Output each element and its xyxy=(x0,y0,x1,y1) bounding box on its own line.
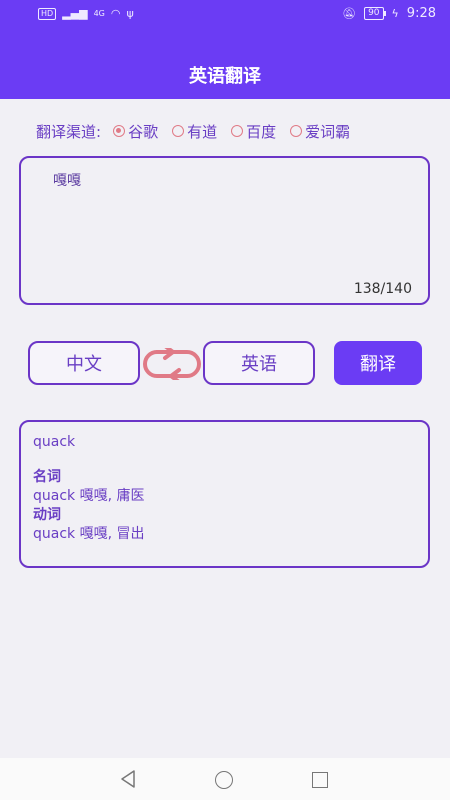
translation-result: quack 名词 quack 嘎嘎, 庸医 动词 quack 嘎嘎, 冒出 xyxy=(19,420,430,568)
target-language-button[interactable]: 英语 xyxy=(203,341,315,385)
channel-label: 翻译渠道: xyxy=(36,122,102,141)
swap-languages-icon[interactable] xyxy=(143,348,201,380)
source-language-button[interactable]: 中文 xyxy=(28,341,140,385)
home-icon[interactable] xyxy=(215,771,233,789)
battery-icon: 90 xyxy=(364,7,387,20)
wifi-icon: ◠ xyxy=(110,7,121,20)
definition: quack 嘎嘎, 冒出 xyxy=(33,526,145,542)
channel-option-label: 谷歌 xyxy=(128,122,159,141)
radio-icon[interactable] xyxy=(290,125,303,137)
translate-button[interactable]: 翻译 xyxy=(334,341,422,385)
channel-option-label: 百度 xyxy=(246,122,277,141)
page-title: 英语翻译 xyxy=(189,66,261,87)
status-right: 🔕︎ 90 ϟ 9:28 xyxy=(342,6,436,21)
source-text-value: 嘎嘎 xyxy=(53,173,81,189)
definition: quack 嘎嘎, 庸医 xyxy=(33,488,145,504)
channel-option-baidu[interactable]: 百度 xyxy=(231,121,276,142)
status-bar: HD ▂▄▆ 4G ◠ ψ 🔕︎ 90 ϟ 9:28 xyxy=(0,0,450,28)
part-of-speech: 名词 xyxy=(33,469,61,485)
char-counter: 138/140 xyxy=(353,281,412,297)
recent-apps-icon[interactable] xyxy=(312,772,328,788)
channel-option-label: 有道 xyxy=(187,122,218,141)
channel-option-google[interactable]: 谷歌 xyxy=(113,121,158,142)
channel-option-iciba[interactable]: 爱词霸 xyxy=(290,121,350,142)
charging-icon: ϟ xyxy=(391,7,399,20)
radio-checked-icon[interactable] xyxy=(113,125,126,137)
source-text-input[interactable]: 嘎嘎 138/140 xyxy=(19,156,430,305)
radio-icon[interactable] xyxy=(231,125,244,137)
app-header: HD ▂▄▆ 4G ◠ ψ 🔕︎ 90 ϟ 9:28 英语翻译 xyxy=(0,0,450,99)
network-badge: 4G xyxy=(93,9,105,18)
usb-icon: ψ xyxy=(126,7,134,20)
status-left: HD ▂▄▆ 4G ◠ ψ xyxy=(38,7,134,20)
back-icon[interactable] xyxy=(118,769,138,789)
mute-icon: 🔕︎ xyxy=(342,7,357,20)
system-nav-bar xyxy=(0,758,450,800)
result-word: quack xyxy=(33,434,76,450)
channel-option-youdao[interactable]: 有道 xyxy=(172,121,217,142)
status-time: 9:28 xyxy=(406,6,436,21)
channel-option-label: 爱词霸 xyxy=(305,122,351,141)
channel-selector: 翻译渠道: 谷歌 有道 百度 爱词霸 xyxy=(36,120,436,142)
part-of-speech: 动词 xyxy=(33,507,61,523)
hd-badge: HD xyxy=(38,7,57,20)
radio-icon[interactable] xyxy=(172,125,185,137)
signal-icon: ▂▄▆ xyxy=(62,7,88,20)
